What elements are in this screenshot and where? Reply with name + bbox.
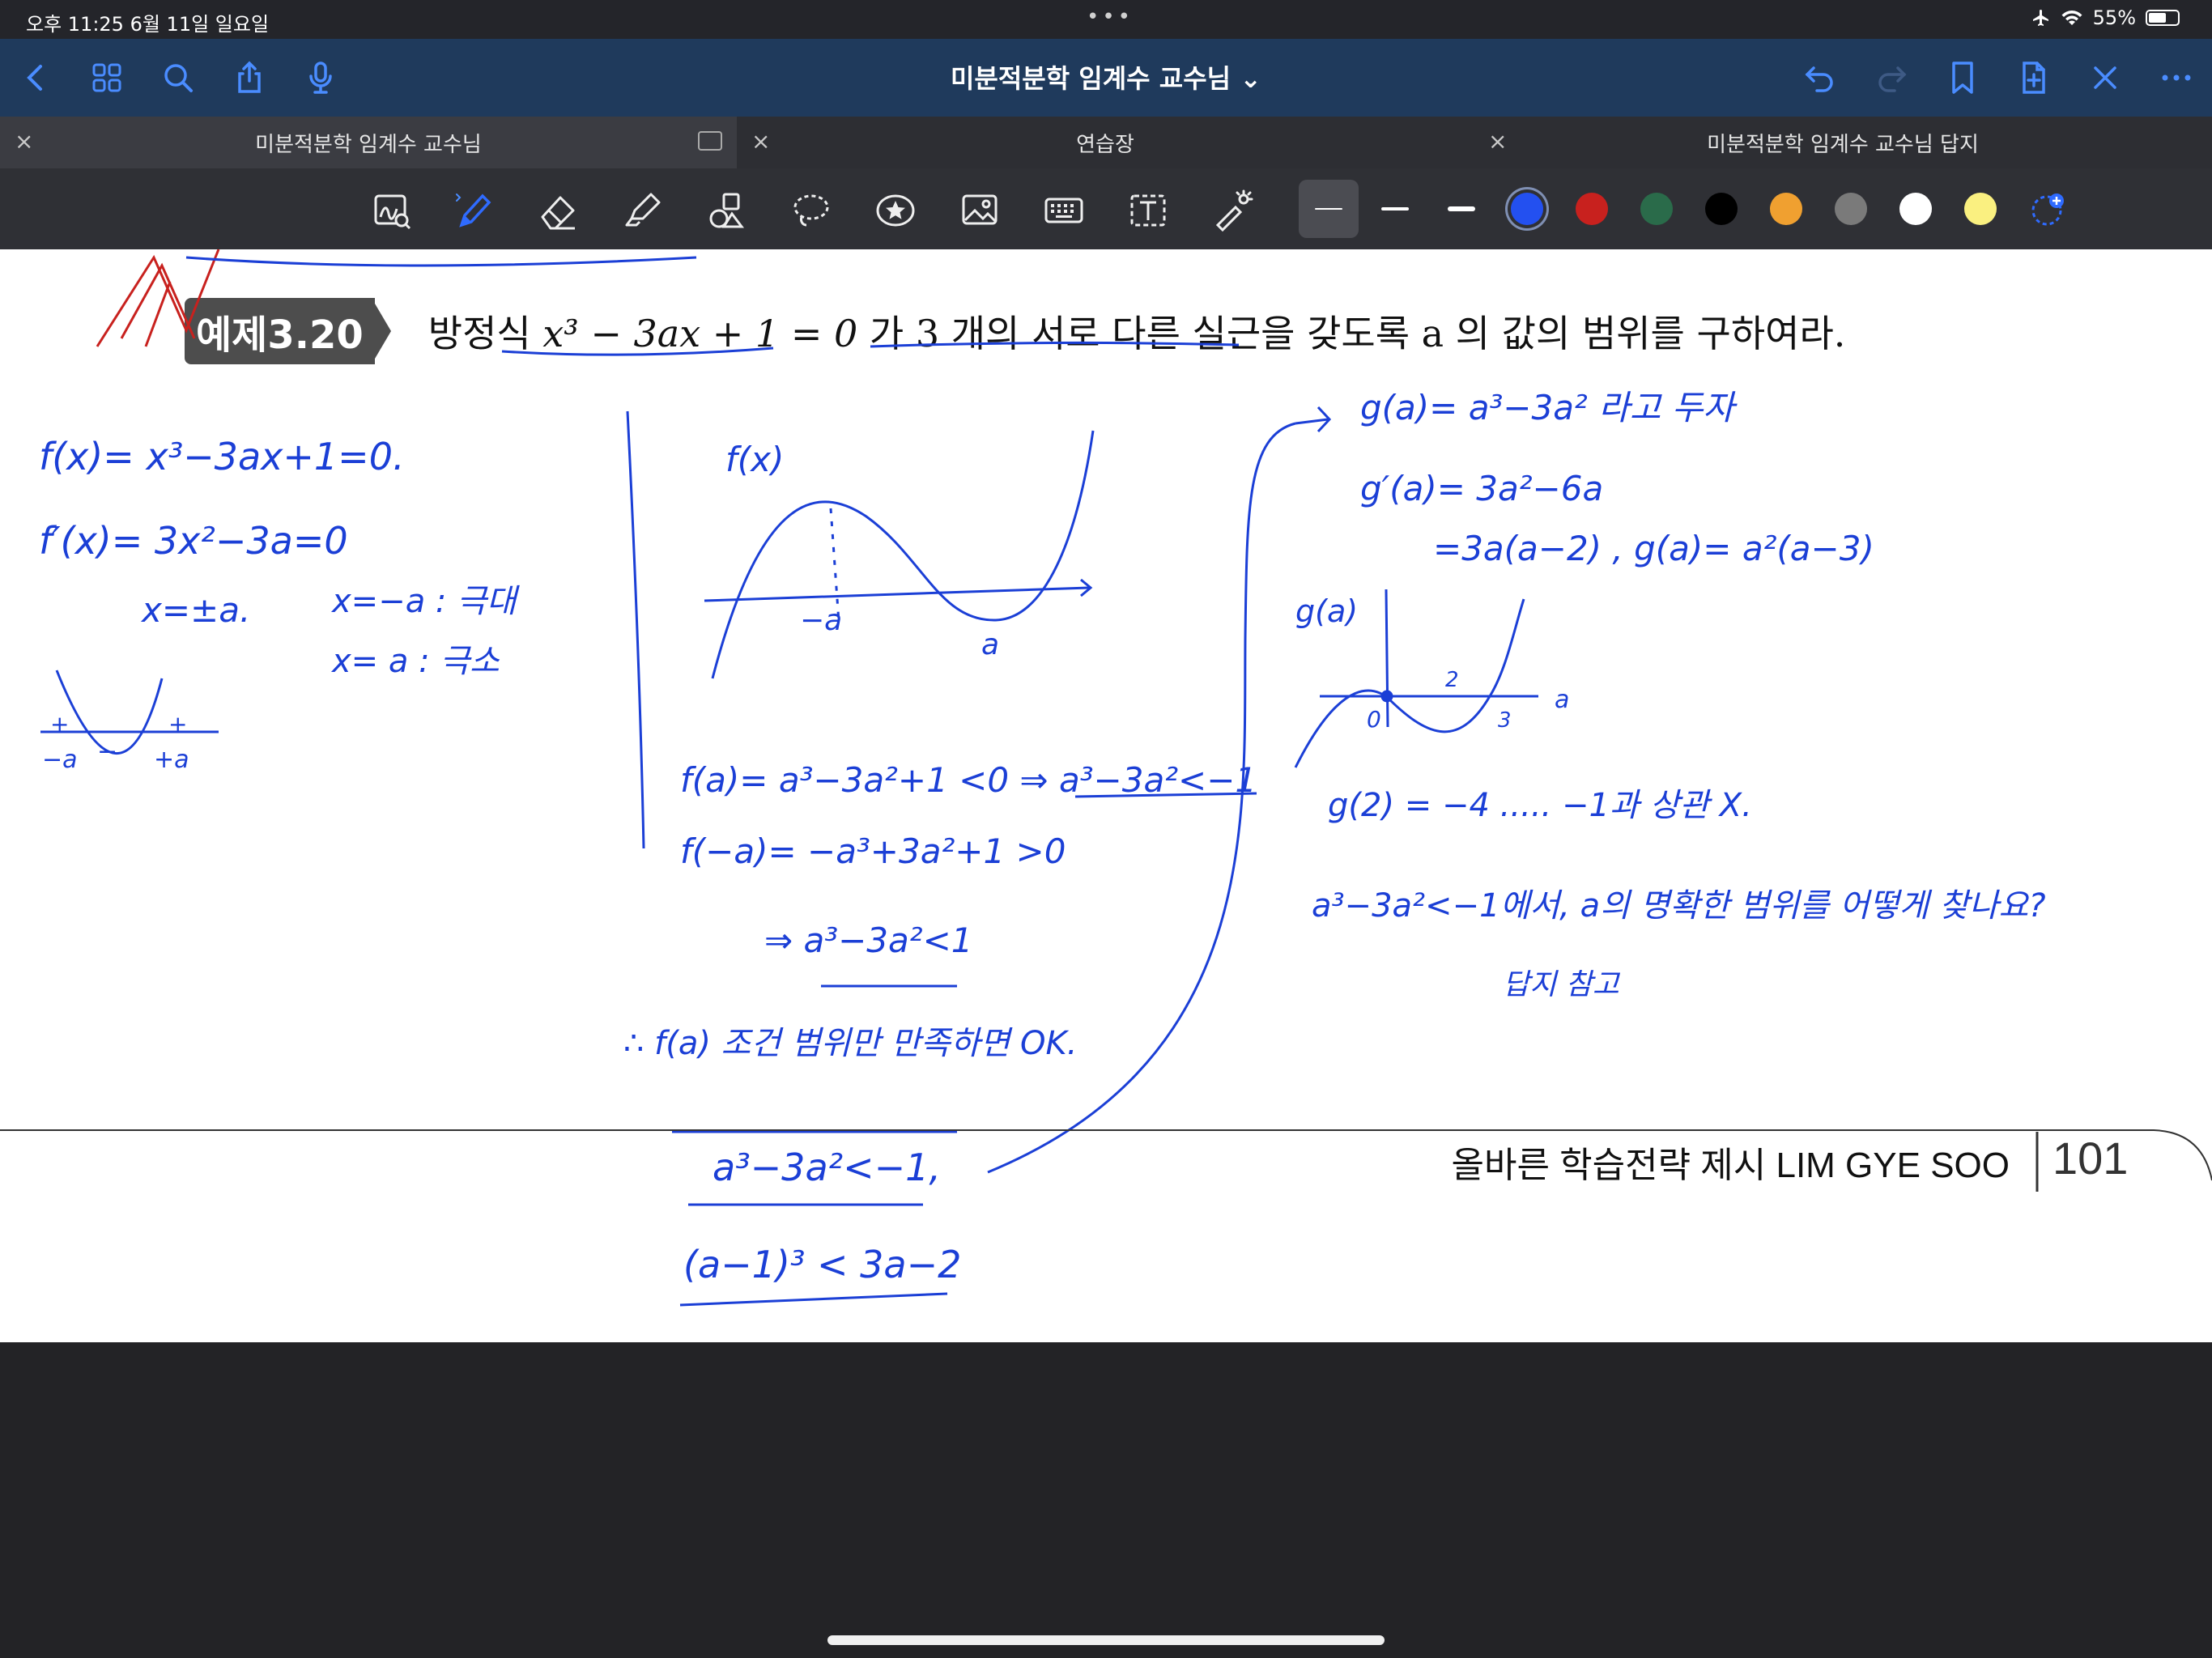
color-swatch-yellow[interactable] — [1964, 193, 1997, 225]
wifi-icon — [2061, 11, 2082, 25]
highlighter-icon[interactable] — [619, 186, 667, 235]
redo-icon[interactable] — [1869, 55, 1914, 100]
hw-line: a³−3a²<−1, — [713, 1146, 941, 1189]
tabs-bar: × 미분적분학 임계수 교수님 × 연습장 × 미분적분학 임계수 교수님 답지 — [0, 117, 2212, 168]
status-right: 55% — [2031, 6, 2180, 29]
stroke-thin-option[interactable] — [1299, 180, 1359, 238]
sticker-star-icon[interactable] — [871, 186, 920, 235]
undo-icon[interactable] — [1797, 55, 1843, 100]
status-time: 오후 11:25 6월 11일 일요일 — [26, 13, 270, 36]
color-swatch-black[interactable] — [1705, 193, 1738, 225]
bookmark-icon[interactable] — [1940, 55, 1985, 100]
color-swatch-red[interactable] — [1576, 193, 1608, 225]
tab-label: 미분적분학 임계수 교수님 — [255, 132, 482, 157]
color-swatch-blue[interactable] — [1511, 193, 1543, 225]
canvas-background — [0, 1342, 2212, 1658]
eraser-icon[interactable] — [534, 186, 583, 235]
lasso-icon[interactable] — [787, 186, 836, 235]
image-icon[interactable] — [955, 186, 1004, 235]
stroke-medium-option[interactable] — [1365, 180, 1425, 238]
tab-label: 연습장 — [1076, 132, 1134, 157]
battery-icon — [2146, 10, 2180, 26]
tab-close-icon[interactable]: × — [15, 128, 33, 155]
more-icon[interactable] — [2154, 55, 2199, 100]
laser-pointer-icon[interactable] — [1208, 186, 1257, 235]
text-box-icon[interactable] — [1124, 186, 1172, 235]
battery-percent: 55% — [2092, 6, 2136, 29]
note-page[interactable]: 예제3.20 방정식 x³ − 3ax + 1 = 0 가 3 개의 서로 다른… — [0, 249, 2212, 1342]
add-page-icon[interactable] — [2011, 55, 2057, 100]
tab-notes[interactable]: × 미분적분학 임계수 교수님 — [0, 117, 737, 168]
add-color-icon[interactable] — [2023, 185, 2071, 233]
close-x-icon[interactable] — [2082, 55, 2128, 100]
tab-close-icon[interactable]: × — [751, 128, 770, 155]
color-swatch-gray[interactable] — [1835, 193, 1867, 225]
pen-icon[interactable] — [450, 186, 499, 235]
split-view-icon[interactable] — [698, 131, 722, 151]
hw-underline — [679, 1292, 948, 1307]
stroke-thick-option[interactable] — [1431, 180, 1491, 238]
hw-line: (a−1)³ < 3a−2 — [683, 1243, 961, 1286]
handwriting-zoom-icon[interactable] — [368, 186, 416, 235]
keyboard-icon[interactable] — [1040, 186, 1088, 235]
color-swatch-orange[interactable] — [1770, 193, 1802, 225]
tab-answers[interactable]: × 미분적분학 임계수 교수님 답지 — [1474, 117, 2212, 168]
tab-practice[interactable]: × 연습장 — [737, 117, 1474, 168]
shapes-icon[interactable] — [703, 186, 751, 235]
handwriting-bottom: a³−3a²<−1, (a−1)³ < 3a−2 — [679, 1146, 961, 1307]
status-bar: 오후 11:25 6월 11일 일요일 ••• 55% — [0, 0, 2212, 39]
nav-bar: 미분적분학 임계수 교수님 ⌄ — [0, 39, 2212, 117]
airplane-icon — [2032, 10, 2048, 26]
drawing-toolbar — [0, 168, 2212, 249]
tab-label: 미분적분학 임계수 교수님 답지 — [1707, 132, 1979, 157]
color-swatch-white[interactable] — [1899, 193, 1932, 225]
home-indicator[interactable] — [827, 1635, 1385, 1645]
multitask-dots[interactable]: ••• — [1087, 5, 1134, 29]
tab-close-icon[interactable]: × — [1488, 128, 1507, 155]
color-swatch-green[interactable] — [1640, 193, 1673, 225]
